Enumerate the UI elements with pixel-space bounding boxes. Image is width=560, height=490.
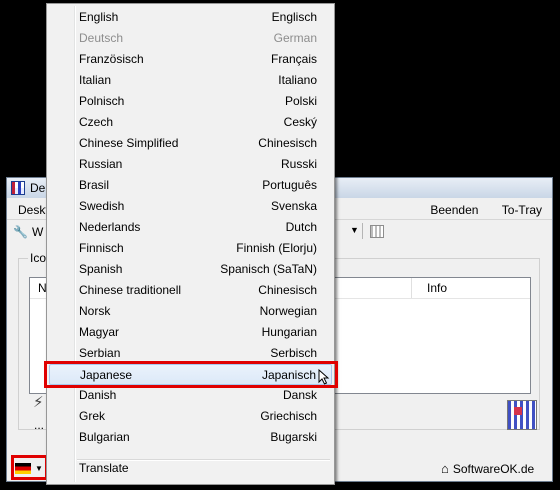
wrench-icon: 🔧	[13, 225, 28, 239]
softwareok-link-label: SoftwareOK.de	[452, 461, 535, 476]
softwareok-logo	[507, 400, 537, 430]
menu-item-translation: Polski	[284, 94, 317, 108]
menu-item-translation: Português	[262, 178, 317, 192]
column-header-info[interactable]: Info	[427, 281, 447, 295]
chevron-down-icon[interactable]: ▼	[350, 225, 359, 235]
menu-item-label: Polnisch	[79, 94, 125, 108]
softwareok-link[interactable]: ⌂ SoftwareOK.de	[441, 461, 534, 476]
mouse-cursor-icon	[318, 369, 330, 385]
menu-item-translation: Griechisch	[260, 409, 317, 423]
menu-item-language[interactable]: Magyar Hungarian	[49, 322, 332, 343]
menu-item-label: Czech	[79, 115, 114, 129]
menu-item-label: Translate	[79, 461, 129, 475]
grid-icon[interactable]	[370, 225, 384, 238]
menu-item-language[interactable]: Czech Ceský	[49, 112, 332, 133]
menu-item-label: Finnisch	[79, 241, 124, 255]
menu-item-label: Deutsch	[79, 31, 124, 45]
home-icon: ⌂	[441, 461, 449, 476]
menu-item-translation: Englisch	[271, 10, 317, 24]
menu-item-language[interactable]: English Englisch	[49, 7, 332, 28]
menu-item-language[interactable]: Russian Russki	[49, 154, 332, 175]
menu-item-translation: Ceský	[283, 115, 317, 129]
menu-item-translation: Italiano	[278, 73, 317, 87]
menu-right-group: Beenden To-Tray	[410, 203, 542, 217]
menu-item-language[interactable]: Französisch Français	[49, 49, 332, 70]
more-button[interactable]: ...	[34, 418, 44, 432]
menu-item-label: Brasil	[79, 178, 110, 192]
menu-item-translation: Hungarian	[261, 325, 317, 339]
menu-item-translation: Bugarski	[270, 430, 317, 444]
menu-item-language[interactable]: Swedish Svenska	[49, 196, 332, 217]
menu-item-translation: Dutch	[285, 220, 317, 234]
menu-item-language[interactable]: Bulgarian Bugarski	[49, 427, 332, 448]
menu-item-label: English	[79, 10, 119, 24]
menu-item-translation: Norwegian	[259, 304, 317, 318]
menu-item-language[interactable]: Chinese traditionell Chinesisch	[49, 280, 332, 301]
annotation-highlight-japanese	[44, 361, 338, 388]
menu-item-translation: Russki	[280, 157, 317, 171]
menu-item-label: Serbian	[79, 346, 121, 360]
menu-item-language[interactable]: Polnisch Polski	[49, 91, 332, 112]
app-icon	[11, 181, 25, 195]
menu-item-language[interactable]: Finnisch Finnish (Elorju)	[49, 238, 332, 259]
menu-item-language[interactable]: Brasil Português	[49, 175, 332, 196]
toolbar-separator	[362, 223, 363, 239]
menu-item-label: Russian	[79, 157, 123, 171]
menu-item-language[interactable]: Danish Dansk	[49, 385, 332, 406]
menu-item-translation: Serbisch	[270, 346, 317, 360]
menu-item-translate[interactable]: Translate	[49, 458, 332, 479]
menu-item-label: Danish	[79, 388, 117, 402]
lightning-icon[interactable]: ⚡	[33, 393, 44, 411]
menu-item-language[interactable]: Norsk Norwegian	[49, 301, 332, 322]
menu-item-language[interactable]: Spanish Spanisch (SaTaN)	[49, 259, 332, 280]
menu-item-translation: German	[273, 31, 317, 45]
menu-item-beenden[interactable]: Beenden	[430, 203, 478, 217]
menu-item-label: Norsk	[79, 304, 111, 318]
menu-item-translation: Finnish (Elorju)	[236, 241, 317, 255]
menu-item-translation: Chinesisch	[258, 283, 317, 297]
menu-item-label: Spanish	[79, 262, 123, 276]
menu-item-language: Deutsch German	[49, 28, 332, 49]
menu-item-label: Swedish	[79, 199, 125, 213]
menu-item-label: Chinese Simplified	[79, 136, 179, 150]
menu-item-label: Grek	[79, 409, 106, 423]
column-divider[interactable]	[411, 278, 412, 298]
toolbar-button-label: W	[31, 225, 44, 239]
menu-item-translation: Svenska	[270, 199, 317, 213]
menu-item-label: Magyar	[79, 325, 120, 339]
window-title: De	[30, 181, 46, 195]
groupbox-label: Ico	[28, 251, 49, 265]
annotation-highlight-language-button	[11, 455, 48, 480]
menu-item-language[interactable]: Chinese Simplified Chinesisch	[49, 133, 332, 154]
menu-item-translation: Dansk	[282, 388, 317, 402]
menu-item-label: Französisch	[79, 52, 144, 66]
menu-item-label: Chinese traditionell	[79, 283, 182, 297]
toolbar-button[interactable]: 🔧 W	[13, 225, 43, 239]
menu-item-language[interactable]: Grek Griechisch	[49, 406, 332, 427]
menu-item-language[interactable]: Italian Italiano	[49, 70, 332, 91]
menu-item-label: Italian	[79, 73, 112, 87]
menu-item-translation: Français	[270, 52, 317, 66]
language-menu: English Englisch Deutsch German Französisch F…	[46, 3, 335, 485]
menu-item-to-tray[interactable]: To-Tray	[502, 203, 542, 217]
menu-item-translation: Chinesisch	[258, 136, 317, 150]
menu-item-label: Bulgarian	[79, 430, 130, 444]
menu-item-desktop[interactable]: Deskt	[18, 203, 49, 217]
menu-item-language[interactable]: Nederlands Dutch	[49, 217, 332, 238]
menu-item-label: Nederlands	[79, 220, 141, 234]
menu-item-translation: Spanisch (SaTaN)	[220, 262, 317, 276]
